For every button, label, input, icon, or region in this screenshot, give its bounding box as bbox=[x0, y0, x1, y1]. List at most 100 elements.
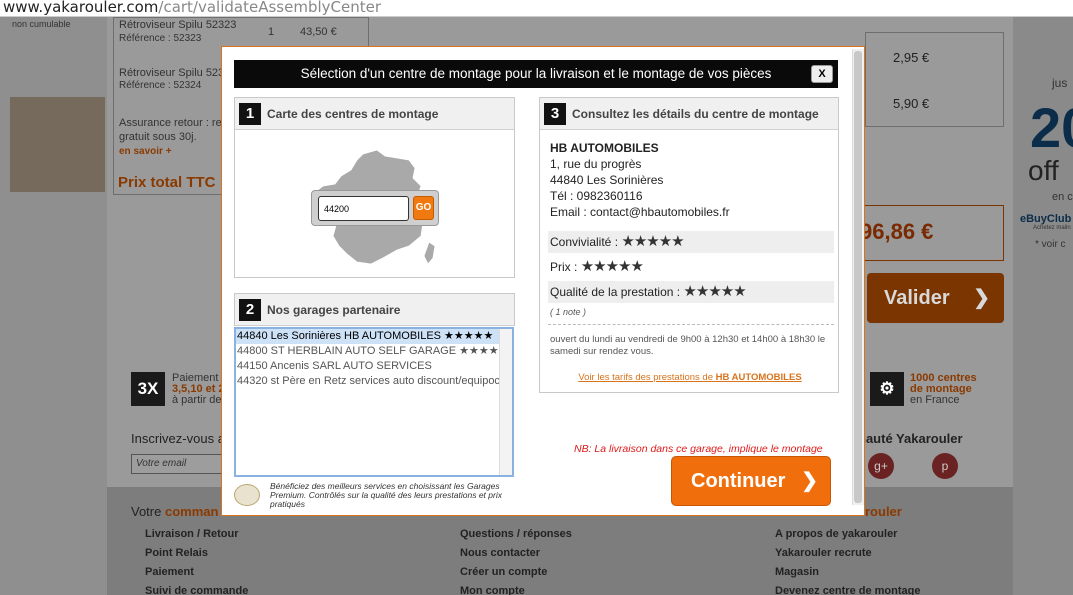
ad-brand: eBuyClub bbox=[1020, 213, 1072, 225]
footer-link[interactable]: Suivi de commande bbox=[145, 585, 248, 595]
rating-quality: Qualité de la prestation : ★★★★★ bbox=[548, 281, 834, 303]
rating-stars: ★★★★★ bbox=[621, 233, 684, 250]
center-phone: Tél : 0982360116 bbox=[550, 189, 643, 203]
modal-title: Sélection d'un centre de montage pour la… bbox=[234, 60, 838, 88]
email-input[interactable]: Votre email bbox=[131, 454, 231, 474]
details-panel: 3 Consultez les détails du centre de mon… bbox=[539, 97, 839, 393]
footer-col1-title: Votre comman bbox=[131, 504, 218, 519]
list-scrollbar[interactable] bbox=[499, 329, 512, 475]
garages-panel: 2 Nos garages partenaire bbox=[234, 293, 515, 326]
opening-hours: ouvert du lundi au vendredi de 9h00 à 12… bbox=[550, 334, 826, 357]
insurance-line1: Assurance retour : re bbox=[119, 117, 222, 129]
community-label: nauté Yakarouler bbox=[858, 431, 963, 446]
ad-line2: off bbox=[1028, 155, 1059, 186]
validate-button[interactable]: Valider ❯ bbox=[867, 273, 1004, 323]
garages-panel-title-text: Nos garages partenaire bbox=[267, 303, 401, 317]
garage-option-selected[interactable]: 44840 Les Sorinières HB AUTOMOBILES ★★★★… bbox=[236, 329, 512, 344]
chevron-right-icon: ❯ bbox=[973, 287, 990, 309]
ad-line3: en ca bbox=[1052, 191, 1073, 203]
garage-option[interactable]: 44320 st Père en Retz services auto disc… bbox=[236, 374, 512, 389]
item2-ref: Référence : 52324 bbox=[119, 80, 202, 91]
footer-link[interactable]: Mon compte bbox=[460, 585, 525, 595]
footer-link[interactable]: Nous contacter bbox=[460, 547, 540, 559]
rating-stars: ★★★★★ bbox=[683, 283, 746, 300]
footer-link[interactable]: Questions / réponses bbox=[460, 528, 572, 540]
footer-link[interactable]: Yakarouler recrute bbox=[775, 547, 872, 559]
total-label: Prix total TTC bbox=[118, 174, 216, 191]
item1-qty: 1 bbox=[268, 26, 275, 38]
fees-box bbox=[865, 32, 1004, 127]
footer-col1-title-a: Votre bbox=[131, 504, 165, 519]
rating-label: Convivialité : bbox=[550, 235, 619, 249]
rating-stars: ★★★★★ bbox=[580, 258, 644, 275]
url-path: /cart/validateAssemblyCenter bbox=[158, 0, 381, 16]
step-number: 3 bbox=[544, 103, 566, 125]
garage-list[interactable]: 44840 Les Sorinières HB AUTOMOBILES ★★★★… bbox=[234, 327, 514, 477]
garage-option[interactable]: 44800 ST HERBLAIN AUTO SELF GARAGE ★★★★☆ bbox=[236, 344, 512, 359]
rating-conviviality: Convivialité : ★★★★★ bbox=[548, 231, 834, 253]
fee-price-b: 5,90 € bbox=[893, 96, 930, 111]
garages-panel-title: 2 Nos garages partenaire bbox=[235, 294, 514, 326]
grand-total: 96,86 € bbox=[860, 219, 934, 244]
insurance-line2: gratuit sous 30j. bbox=[119, 131, 197, 143]
step-number: 2 bbox=[239, 299, 261, 321]
footer-col1-title-b: comman bbox=[164, 504, 219, 519]
url-host: www.yakarouler.com bbox=[3, 0, 159, 16]
center-city: 44840 Les Sorinières bbox=[550, 173, 664, 187]
continue-label: Continuer bbox=[691, 470, 786, 492]
tarifs-name: HB AUTOMOBILES bbox=[715, 372, 802, 383]
map-panel-title-text: Carte des centres de montage bbox=[267, 107, 439, 121]
details-panel-title: 3 Consultez les détails du centre de mon… bbox=[540, 98, 838, 130]
continue-button[interactable]: Continuer ❯ bbox=[671, 456, 831, 506]
footer-link[interactable]: A propos de yakarouler bbox=[775, 528, 897, 540]
zip-code-input[interactable] bbox=[318, 196, 409, 221]
ad-link[interactable]: * voir c bbox=[1035, 239, 1066, 250]
item1-name: Rétroviseur Spilu 52323 bbox=[119, 19, 237, 31]
premium-badge-icon bbox=[234, 484, 260, 506]
pay-line3: à partir de bbox=[172, 394, 222, 406]
details-panel-title-text: Consultez les détails du centre de monta… bbox=[572, 107, 819, 121]
google-plus-icon[interactable]: g+ bbox=[868, 453, 894, 479]
center-name: HB AUTOMOBILES bbox=[550, 141, 659, 155]
step-number: 1 bbox=[239, 103, 261, 125]
chevron-right-icon: ❯ bbox=[801, 470, 818, 492]
insurance-image bbox=[10, 97, 105, 192]
center-street: 1, rue du progrès bbox=[550, 157, 642, 171]
insurance-link[interactable]: en savoir + bbox=[119, 146, 172, 157]
pay-badge: 3X bbox=[131, 372, 165, 406]
ad-line1: jus bbox=[1052, 76, 1068, 90]
ad-big: 20 bbox=[1030, 96, 1073, 159]
newsletter-label: Inscrivez-vous a bbox=[131, 431, 225, 446]
item-note: non cumulable bbox=[12, 19, 71, 29]
item1-ref: Référence : 52323 bbox=[119, 33, 202, 44]
premium-notice: Bénéficiez des meilleurs services en cho… bbox=[234, 482, 534, 512]
footer-link[interactable]: Paiement bbox=[145, 566, 194, 578]
footer-link[interactable]: Créer un compte bbox=[460, 566, 547, 578]
rating-label: Prix : bbox=[550, 260, 578, 274]
rating-price: Prix : ★★★★★ bbox=[548, 256, 834, 278]
assembly-center-modal: Sélection d'un centre de montage pour la… bbox=[221, 46, 865, 516]
footer-col3-title: rouler bbox=[865, 504, 902, 519]
footer-link[interactable]: Magasin bbox=[775, 566, 819, 578]
modal-scrollbar-thumb[interactable] bbox=[854, 51, 862, 503]
item2-name: Rétroviseur Spilu 52324 bbox=[119, 67, 237, 79]
center-email: Email : contact@hbautomobiles.fr bbox=[550, 205, 730, 219]
item1-price: 43,50 € bbox=[300, 26, 337, 38]
pinterest-icon[interactable]: p bbox=[932, 453, 958, 479]
note-count: ( 1 note ) bbox=[550, 307, 587, 317]
footer-link[interactable]: Point Relais bbox=[145, 547, 208, 559]
rating-label: Qualité de la prestation : bbox=[550, 285, 681, 299]
centers-line3: en France bbox=[910, 394, 960, 406]
close-button[interactable]: X bbox=[811, 65, 833, 83]
address-bar[interactable]: www.yakarouler.com/cart/validateAssembly… bbox=[0, 0, 1073, 17]
garage-option[interactable]: 44150 Ancenis SARL AUTO SERVICES bbox=[236, 359, 512, 374]
tarifs-prefix: Voir les tarifs des prestations de bbox=[578, 372, 716, 383]
validate-label: Valider bbox=[884, 287, 950, 309]
go-button[interactable]: GO bbox=[413, 196, 434, 220]
tarifs-link[interactable]: Voir les tarifs des prestations de HB AU… bbox=[540, 372, 840, 383]
footer-link[interactable]: Livraison / Retour bbox=[145, 528, 239, 540]
map-panel: 1 Carte des centres de montage GO bbox=[234, 97, 515, 278]
ad-sub: Achetez malin bbox=[1033, 225, 1071, 231]
fee-price-a: 2,95 € bbox=[893, 50, 930, 65]
footer-link[interactable]: Devenez centre de montage bbox=[775, 585, 921, 595]
